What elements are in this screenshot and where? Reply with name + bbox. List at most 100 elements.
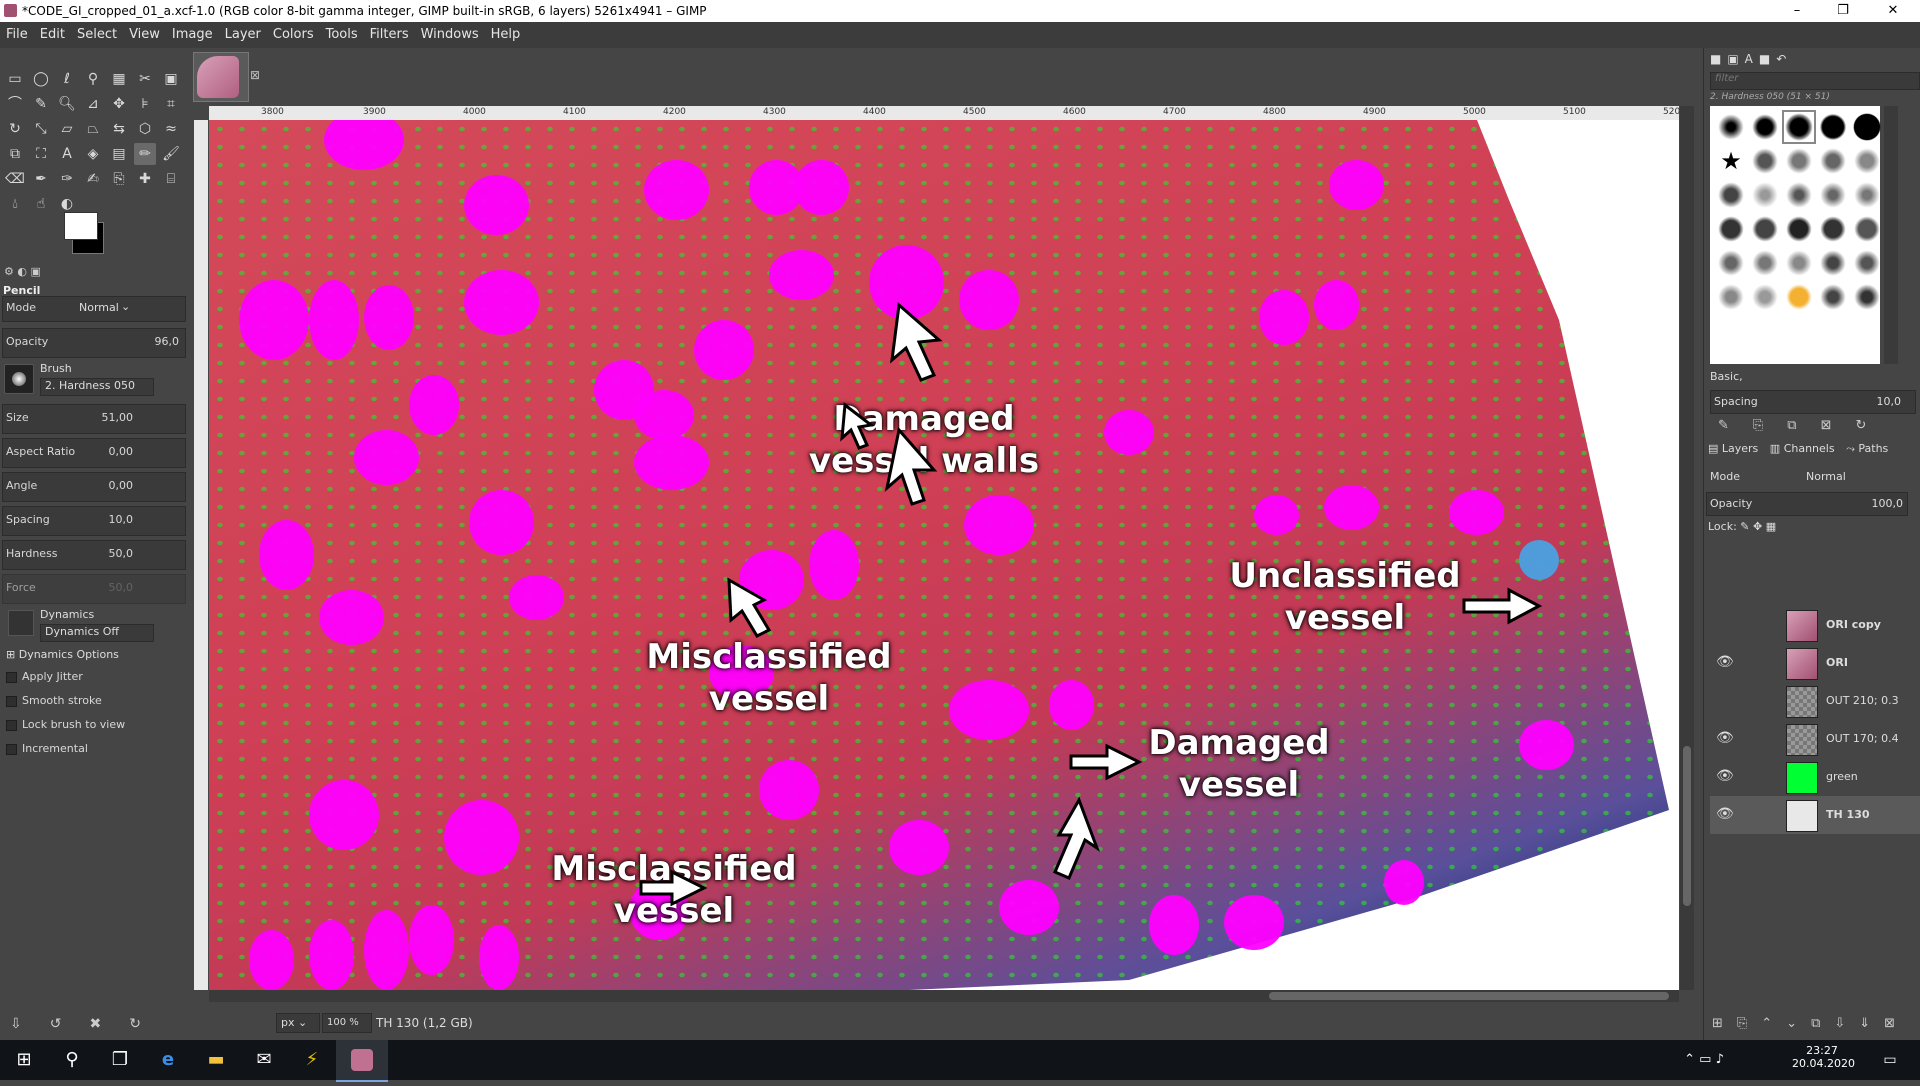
tool-options-footer-icons[interactable]: ⇩↺✖↻ — [10, 1016, 169, 1032]
eraser-icon[interactable]: ⌫ — [4, 168, 26, 190]
brush-grid[interactable]: ★ — [1710, 106, 1882, 364]
scissors-icon[interactable]: ✂ — [134, 68, 156, 90]
close-button[interactable]: ✕ — [1870, 0, 1916, 22]
smudge-icon[interactable]: ☝ — [30, 193, 52, 215]
opacity-row[interactable]: Opacity 96,0 — [2, 328, 186, 358]
perspective-icon[interactable]: ⏢ — [82, 118, 104, 140]
perspective-clone-icon[interactable]: ⌸ — [160, 168, 182, 190]
spacing-row[interactable]: Spacing 10,0 — [2, 506, 186, 536]
menu-edit[interactable]: Edit — [34, 22, 71, 48]
heal-icon[interactable]: ✚ — [134, 168, 156, 190]
scale-icon[interactable]: ⤡ — [30, 118, 52, 140]
shear-icon[interactable]: ▱ — [56, 118, 78, 140]
app-pin-icon[interactable]: ⚡︎ — [288, 1040, 336, 1080]
image-thumbnail-tab[interactable] — [193, 52, 249, 102]
free-select-icon[interactable]: ℓ — [56, 68, 78, 90]
unified-transform-icon[interactable]: ⧉ — [4, 143, 26, 165]
minimize-button[interactable]: – — [1774, 0, 1820, 22]
mail-icon[interactable]: ✉ — [240, 1040, 288, 1080]
spacing-value[interactable]: 10,0 — [109, 513, 134, 526]
clock[interactable]: 23:27 20.04.2020 — [1792, 1044, 1855, 1070]
tool-options-tab-icon[interactable]: ⚙ ◐ ▣ — [4, 265, 41, 278]
angle-row[interactable]: Angle 0,00 — [2, 472, 186, 502]
dynamics-options-expander[interactable]: ⊞ Dynamics Options — [6, 648, 119, 661]
fuzzy-select-icon[interactable]: ⚲ — [82, 68, 104, 90]
smooth-stroke-checkbox[interactable] — [6, 696, 17, 707]
eye-icon[interactable]: 👁︎ — [1716, 806, 1738, 822]
tab-channels[interactable]: ▥ Channels — [1770, 442, 1835, 455]
angle-value[interactable]: 0,00 — [109, 479, 134, 492]
layer-row-ori[interactable]: 👁︎ ORI — [1710, 644, 1920, 682]
align-icon[interactable]: ⊧ — [134, 93, 156, 115]
color-picker-icon[interactable]: ✎ — [30, 93, 52, 115]
layer-actions-icons[interactable]: ⊞⎘⌃⌄⧉⇩⇓⊠ — [1712, 1016, 1909, 1031]
zoom-select[interactable]: 100 % — [322, 1013, 372, 1033]
aspect-value[interactable]: 0,00 — [109, 445, 134, 458]
file-explorer-icon[interactable]: ▬ — [192, 1040, 240, 1080]
mypaint-icon[interactable]: ✍ — [82, 168, 104, 190]
mode-row[interactable]: Mode Normal ⌄ — [2, 296, 186, 322]
brush-spacing-value[interactable]: 10,0 — [1877, 395, 1902, 408]
menu-file[interactable]: File — [0, 22, 34, 48]
brush-row[interactable]: Brush 2. Hardness 050 — [2, 360, 184, 400]
menu-layer[interactable]: Layer — [219, 22, 267, 48]
menu-help[interactable]: Help — [485, 22, 527, 48]
brush-preset-select[interactable]: Basic, — [1710, 370, 1914, 386]
bucket-fill-icon[interactable]: ◈ — [82, 143, 104, 165]
text-icon[interactable]: A — [56, 143, 78, 165]
layer-row-ori-copy[interactable]: ORI copy — [1710, 606, 1920, 644]
eye-icon[interactable]: 👁︎ — [1716, 730, 1738, 746]
layer-row-green[interactable]: 👁︎ green — [1710, 758, 1920, 796]
brush-tab-icons[interactable]: ■▣A■↶ — [1710, 52, 1810, 68]
lock-icons[interactable]: ✎ ✥ ▦ — [1740, 520, 1776, 533]
force-row[interactable]: Force 50,0 — [2, 574, 186, 604]
lock-brush-checkbox[interactable] — [6, 720, 17, 731]
clone-icon[interactable]: ⎘ — [108, 168, 130, 190]
layer-row-out-170[interactable]: 👁︎ OUT 170; 0.4 — [1710, 720, 1920, 758]
gimp-taskbar-icon[interactable] — [336, 1040, 388, 1082]
brush-preview-icon[interactable] — [4, 364, 34, 394]
paths-icon[interactable]: ⌒ — [4, 93, 26, 115]
color-select-icon[interactable]: ▦ — [108, 68, 130, 90]
menu-image[interactable]: Image — [166, 22, 219, 48]
tray-icons[interactable]: ⌃ ▭ ♪ — [1680, 1040, 1728, 1080]
paintbrush-icon[interactable]: 🖌︎ — [160, 143, 182, 165]
menu-windows[interactable]: Windows — [415, 22, 485, 48]
zoom-icon[interactable]: 🔍︎ — [56, 93, 78, 115]
task-view-icon[interactable]: ❐ — [96, 1040, 144, 1080]
hardness-value[interactable]: 50,0 — [109, 547, 134, 560]
incremental-checkbox[interactable] — [6, 744, 17, 755]
eye-icon[interactable]: 👁︎ — [1716, 768, 1738, 784]
menu-filters[interactable]: Filters — [364, 22, 415, 48]
eye-icon[interactable]: 👁︎ — [1716, 654, 1738, 670]
move-icon[interactable]: ✥ — [108, 93, 130, 115]
search-icon[interactable]: ⚲ — [48, 1040, 96, 1080]
menu-select[interactable]: Select — [71, 22, 123, 48]
layer-opacity-value[interactable]: 100,0 — [1872, 497, 1904, 510]
gradient-icon[interactable]: ▤ — [108, 143, 130, 165]
foreground-color-swatch[interactable] — [64, 212, 98, 240]
edge-browser-icon[interactable]: e — [144, 1040, 192, 1080]
layer-mode-value[interactable]: Normal — [1806, 470, 1846, 483]
dynamics-icon[interactable] — [8, 610, 34, 636]
rect-select-icon[interactable]: ▭ — [4, 68, 26, 90]
brush-actions-icons[interactable]: ✎⎘⧉⊠↻ — [1718, 418, 1890, 433]
horizontal-scrollbar[interactable] — [209, 990, 1679, 1002]
tab-layers[interactable]: ▤ Layers — [1708, 442, 1758, 455]
menu-tools[interactable]: Tools — [320, 22, 364, 48]
airbrush-icon[interactable]: ✒ — [30, 168, 52, 190]
brush-grid-scrollbar[interactable] — [1884, 106, 1898, 364]
hardness-row[interactable]: Hardness 50,0 — [2, 540, 186, 570]
layer-mode-row[interactable]: Mode Normal — [1706, 466, 1918, 488]
handle-transform-icon[interactable]: ⛶ — [30, 143, 52, 165]
micrograph-image[interactable]: Damaged vessel walls Misclassified vesse… — [209, 120, 1679, 990]
ellipse-select-icon[interactable]: ◯ — [30, 68, 52, 90]
windows-start-icon[interactable]: ⊞ — [0, 1040, 48, 1080]
vertical-scrollbar[interactable] — [1680, 106, 1694, 990]
crop-icon[interactable]: ⌗ — [160, 93, 182, 115]
cage-icon[interactable]: ⬡ — [134, 118, 156, 140]
layer-row-th-130[interactable]: 👁︎ TH 130 — [1710, 796, 1920, 834]
tab-paths[interactable]: ⤳ Paths — [1846, 442, 1888, 455]
ink-icon[interactable]: ✑ — [56, 168, 78, 190]
layer-row-out-210[interactable]: OUT 210; 0.3 — [1710, 682, 1920, 720]
